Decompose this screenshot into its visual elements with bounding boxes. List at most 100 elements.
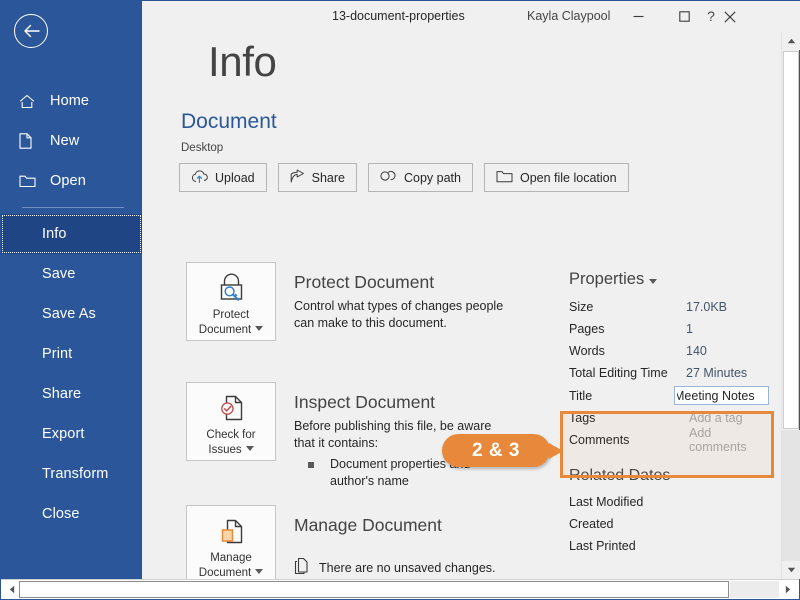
sidebar-item-new[interactable]: New	[1, 121, 142, 161]
home-icon	[19, 94, 41, 109]
vertical-scrollbar[interactable]	[781, 32, 800, 579]
annotation-callout: 2 & 3	[442, 434, 563, 467]
manage-document-status-text: There are no unsaved changes.	[319, 560, 496, 575]
sidebar-item-home[interactable]: Home	[1, 81, 142, 121]
sidebar-item-print[interactable]: Print	[1, 334, 142, 374]
link-icon	[380, 170, 397, 185]
properties-panel: Properties Size 17.0KB Pages 1 Words 140…	[569, 32, 769, 557]
sidebar-item-label: Save As	[42, 306, 96, 322]
scroll-right-icon[interactable]	[779, 580, 796, 599]
maximize-icon[interactable]	[661, 1, 707, 32]
title-bar: 13-document-properties Kayla Claypool ?	[142, 1, 800, 32]
scroll-up-icon[interactable]	[782, 32, 800, 50]
card-label: Check for Issues	[206, 429, 256, 456]
sidebar-item-save-as[interactable]: Save As	[1, 294, 142, 334]
close-icon[interactable]	[707, 1, 753, 32]
document-toolbar: Upload Share Copy path Open file locatio…	[179, 163, 629, 192]
property-row-size: Size 17.0KB	[569, 296, 769, 318]
related-dates-heading: Related Dates	[569, 467, 671, 484]
title-input[interactable]	[674, 386, 769, 405]
sidebar-item-label: Export	[42, 426, 85, 442]
document-copy-icon	[294, 557, 310, 578]
sidebar-item-label: New	[50, 133, 80, 149]
scroll-down-icon[interactable]	[782, 561, 800, 579]
sidebar-item-label: Open	[50, 173, 86, 189]
properties-heading[interactable]: Properties	[569, 270, 769, 289]
related-date-row-last-printed: Last Printed	[569, 539, 636, 553]
document-versions-icon	[214, 513, 249, 549]
scroll-left-icon[interactable]	[3, 580, 20, 599]
property-value: 27 Minutes	[686, 366, 748, 380]
back-arrow-icon[interactable]	[14, 14, 48, 48]
backstage-nav-list: Home New Open Info Save Save As Print Sh…	[1, 81, 142, 534]
horizontal-scrollbar-track[interactable]	[730, 581, 779, 598]
new-document-icon	[19, 133, 41, 149]
related-dates-rows: Last Modified Created Last Printed	[569, 491, 769, 557]
protect-document-body: Control what types of changes people can…	[294, 299, 504, 330]
related-date-row-last-modified: Last Modified	[569, 495, 644, 509]
manage-document-button[interactable]: Manage Document	[186, 505, 276, 579]
protect-document-button[interactable]: Protect Document	[186, 262, 276, 341]
property-row-total-editing-time: Total Editing Time 27 Minutes	[569, 362, 769, 384]
sidebar-item-share[interactable]: Share	[1, 374, 142, 414]
manage-document-heading: Manage Document	[294, 515, 442, 535]
property-row-words: Words 140	[569, 340, 769, 362]
toolbar-button-label: Share	[311, 170, 345, 185]
sidebar-item-label: Save	[42, 266, 76, 282]
property-value: 17.0KB	[686, 300, 728, 314]
property-value: 140	[686, 344, 707, 358]
backstage-sidebar: Home New Open Info Save Save As Print Sh…	[1, 1, 142, 579]
folder-open-icon	[496, 170, 513, 186]
lock-key-icon	[214, 270, 249, 306]
comments-input[interactable]: Add comments	[686, 426, 769, 454]
cloud-upload-icon	[191, 169, 208, 186]
property-row-title: Title	[569, 384, 769, 407]
card-label: Protect Document	[199, 308, 264, 337]
inspect-document-heading: Inspect Document	[294, 392, 436, 412]
document-check-icon	[214, 390, 249, 426]
horizontal-scrollbar-thumb[interactable]	[19, 581, 729, 598]
vertical-scrollbar-thumb[interactable]	[783, 51, 799, 429]
toolbar-button-label: Copy path	[403, 170, 461, 185]
property-value: 1	[686, 322, 693, 336]
tags-input[interactable]: Add a tag	[686, 411, 769, 425]
sidebar-item-save[interactable]: Save	[1, 254, 142, 294]
upload-button[interactable]: Upload	[179, 163, 267, 192]
document-name: Document	[181, 110, 277, 133]
related-date-row-created: Created	[569, 517, 614, 531]
document-path: Desktop	[181, 142, 224, 154]
vertical-scrollbar-track[interactable]	[782, 430, 800, 561]
sidebar-item-info[interactable]: Info	[1, 214, 142, 254]
window-title: 13-document-properties	[332, 9, 465, 23]
page-title: Info	[208, 38, 277, 85]
chevron-down-icon	[649, 279, 658, 284]
sidebar-item-label: Print	[42, 346, 73, 362]
manage-document-status: There are no unsaved changes.	[294, 557, 496, 578]
copy-path-button[interactable]: Copy path	[367, 163, 473, 192]
property-row-comments: Comments Add comments	[569, 426, 769, 454]
word-backstage-window: Home New Open Info Save Save As Print Sh…	[0, 0, 800, 600]
sidebar-item-label: Close	[42, 506, 80, 522]
sidebar-item-label: Info	[42, 226, 67, 242]
toolbar-button-label: Upload	[215, 170, 255, 185]
share-button[interactable]: Share	[277, 163, 357, 192]
sidebar-item-label: Share	[42, 386, 82, 402]
sidebar-item-label: Transform	[42, 466, 109, 482]
sidebar-divider	[22, 207, 124, 208]
sidebar-item-label: Home	[50, 93, 90, 109]
info-pane: Info Document Desktop Upload Share Copy …	[142, 32, 782, 579]
property-row-pages: Pages 1	[569, 318, 769, 340]
check-for-issues-button[interactable]: Check for Issues	[186, 382, 276, 461]
properties-rows: Size 17.0KB Pages 1 Words 140 Total Edit…	[569, 296, 769, 454]
sidebar-item-close[interactable]: Close	[1, 494, 142, 534]
protect-document-heading: Protect Document	[294, 272, 435, 292]
minimize-icon[interactable]	[615, 1, 661, 32]
sidebar-item-export[interactable]: Export	[1, 414, 142, 454]
horizontal-scrollbar[interactable]	[1, 579, 799, 599]
sidebar-item-open[interactable]: Open	[1, 161, 142, 201]
open-folder-icon	[19, 174, 41, 188]
share-arrow-icon	[290, 169, 305, 186]
sidebar-item-transform[interactable]: Transform	[1, 454, 142, 494]
card-label: Manage Document	[199, 551, 264, 579]
account-name[interactable]: Kayla Claypool	[527, 9, 610, 23]
